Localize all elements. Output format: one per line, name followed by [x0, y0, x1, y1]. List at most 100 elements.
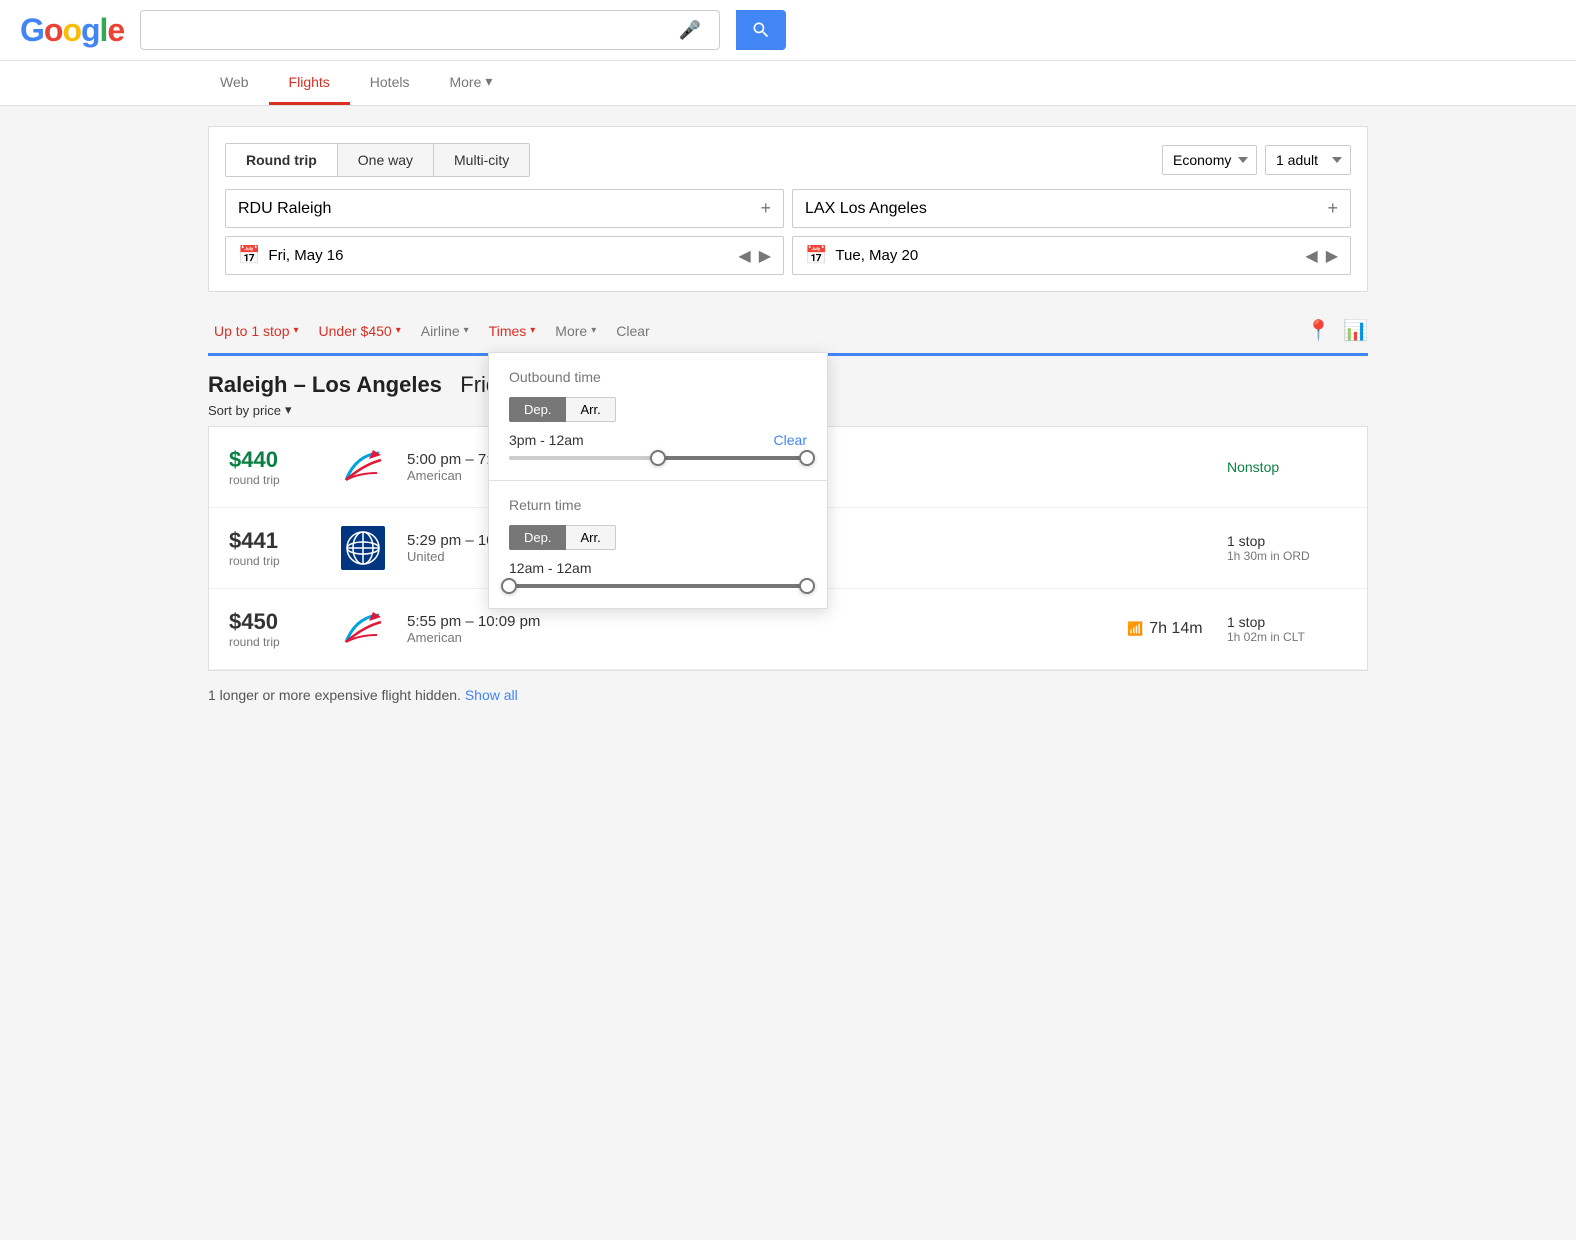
right-selects: Economy Business First 1 adult 2 adults: [1162, 145, 1351, 175]
flight-price: $441 round trip: [229, 528, 319, 568]
clear-filter-button[interactable]: Clear: [610, 319, 655, 343]
price-filter-button[interactable]: Under $450 ▾: [313, 319, 407, 343]
return-next-arrow[interactable]: ▶: [1326, 246, 1338, 266]
outbound-slider-fill: [658, 456, 807, 460]
flight-stops: 1 stop 1h 02m in CLT: [1227, 614, 1347, 644]
nav-tab-more[interactable]: More ▾: [429, 61, 512, 105]
filter-right-icons: 📍 📊: [1306, 318, 1368, 343]
depart-next-arrow[interactable]: ▶: [759, 246, 771, 266]
times-filter-caret: ▾: [530, 325, 535, 336]
outbound-arr-tab[interactable]: Arr.: [566, 397, 615, 422]
origin-field[interactable]: +: [225, 189, 784, 228]
stops-label: Nonstop: [1227, 459, 1347, 475]
nav-tab-more-label: More: [449, 74, 481, 90]
times-popup: Outbound time Dep. Arr. 3pm - 12am Clear…: [488, 352, 828, 609]
flight-duration: 7h 14m: [1149, 620, 1202, 638]
price-amount: $450: [229, 609, 319, 635]
more-filter-caret: ▾: [591, 325, 596, 336]
more-filter-label: More: [555, 323, 587, 339]
american-airlines-logo-icon: [341, 445, 385, 489]
times-filter-button[interactable]: Times ▾: [483, 319, 542, 343]
price-amount: $440: [229, 447, 319, 473]
price-filter-caret: ▾: [396, 325, 401, 336]
airline-logo: [339, 524, 387, 572]
nav-tab-hotels[interactable]: Hotels: [350, 61, 430, 105]
airline-filter-caret: ▾: [464, 325, 469, 336]
flight-stops: 1 stop 1h 30m in ORD: [1227, 533, 1347, 563]
sort-dropdown[interactable]: Sort by price ▾: [208, 402, 292, 418]
nav-tab-web[interactable]: Web: [200, 61, 269, 105]
chart-icon-button[interactable]: 📊: [1343, 318, 1368, 343]
return-date-input[interactable]: [835, 247, 1297, 264]
depart-date-input[interactable]: [268, 247, 730, 264]
more-filter-button[interactable]: More ▾: [549, 319, 602, 343]
airline-filter-label: Airline: [421, 323, 460, 339]
stops-detail: 1h 30m in ORD: [1227, 549, 1347, 563]
price-amount: $441: [229, 528, 319, 554]
return-time-range-row: 12am - 12am: [509, 560, 807, 576]
airline-logo: [339, 443, 387, 491]
outbound-slider-thumb-right[interactable]: [799, 450, 815, 466]
search-input[interactable]: [151, 21, 679, 39]
footer-note-text: 1 longer or more expensive flight hidden…: [208, 687, 461, 703]
search-button[interactable]: [736, 10, 786, 50]
date-row: 📅 ◀ ▶ 📅 ◀ ▶: [225, 236, 1351, 275]
filter-bar: Up to 1 stop ▾ Under $450 ▾ Airline ▾ Ti…: [208, 308, 1368, 353]
destination-input[interactable]: [805, 200, 1327, 218]
depart-date-field[interactable]: 📅 ◀ ▶: [225, 236, 784, 275]
search-bar-wrapper: 🎤: [140, 10, 720, 50]
outbound-title: Outbound time: [509, 369, 807, 385]
depart-prev-arrow[interactable]: ◀: [738, 246, 750, 266]
nav-tab-flights[interactable]: Flights: [269, 61, 350, 105]
return-prev-arrow[interactable]: ◀: [1305, 246, 1317, 266]
destination-field[interactable]: +: [792, 189, 1351, 228]
mic-icon[interactable]: 🎤: [679, 20, 701, 41]
origin-plus-icon[interactable]: +: [760, 198, 771, 219]
stops-filter-button[interactable]: Up to 1 stop ▾: [208, 319, 305, 343]
outbound-slider-track[interactable]: [509, 456, 807, 460]
return-slider-thumb-left[interactable]: [501, 578, 517, 594]
flight-stops: Nonstop: [1227, 459, 1347, 475]
time-range: 5:55 pm – 10:09 pm: [407, 613, 1107, 630]
stops-label: 1 stop: [1227, 533, 1347, 549]
united-airlines-logo-icon: [341, 526, 385, 570]
return-title: Return time: [509, 497, 807, 513]
google-logo[interactable]: Google: [20, 12, 124, 49]
multi-city-button[interactable]: Multi-city: [434, 143, 530, 177]
return-arr-tab[interactable]: Arr.: [566, 525, 615, 550]
round-trip-button[interactable]: Round trip: [225, 143, 338, 177]
stops-filter-label: Up to 1 stop: [214, 323, 290, 339]
times-filter-label: Times: [489, 323, 527, 339]
outbound-clear-link[interactable]: Clear: [774, 432, 807, 448]
show-all-link[interactable]: Show all: [465, 687, 518, 703]
sort-label: Sort by price: [208, 403, 281, 418]
airline-filter-button[interactable]: Airline ▾: [415, 319, 475, 343]
results-title-text: Raleigh – Los Angeles: [208, 372, 442, 397]
outbound-dep-arr-tabs: Dep. Arr.: [509, 397, 807, 422]
cabin-class-select[interactable]: Economy Business First: [1162, 145, 1257, 175]
location-icon-button[interactable]: 📍: [1306, 318, 1331, 343]
origin-input[interactable]: [238, 200, 760, 218]
outbound-time-range-text: 3pm - 12am: [509, 432, 584, 448]
return-slider-thumb-right[interactable]: [799, 578, 815, 594]
flight-price: $450 round trip: [229, 609, 319, 649]
outbound-dep-tab[interactable]: Dep.: [509, 397, 566, 422]
passengers-select[interactable]: 1 adult 2 adults: [1265, 145, 1351, 175]
return-dep-tab[interactable]: Dep.: [509, 525, 566, 550]
depart-calendar-icon: 📅: [238, 245, 260, 266]
return-dep-arr-tabs: Dep. Arr.: [509, 525, 807, 550]
flight-times: 5:55 pm – 10:09 pm American: [407, 613, 1107, 645]
stops-label: 1 stop: [1227, 614, 1347, 630]
outbound-slider-thumb-left[interactable]: [650, 450, 666, 466]
stops-filter-caret: ▾: [294, 325, 299, 336]
return-slider-track[interactable]: [509, 584, 807, 588]
airline-name: American: [407, 630, 1107, 645]
wifi-icon: 📶: [1127, 621, 1143, 637]
airport-row: + +: [225, 189, 1351, 228]
return-calendar-icon: 📅: [805, 245, 827, 266]
return-date-field[interactable]: 📅 ◀ ▶: [792, 236, 1351, 275]
destination-plus-icon[interactable]: +: [1327, 198, 1338, 219]
sort-caret-icon: ▾: [285, 402, 292, 418]
one-way-button[interactable]: One way: [338, 143, 434, 177]
price-label: round trip: [229, 473, 319, 487]
